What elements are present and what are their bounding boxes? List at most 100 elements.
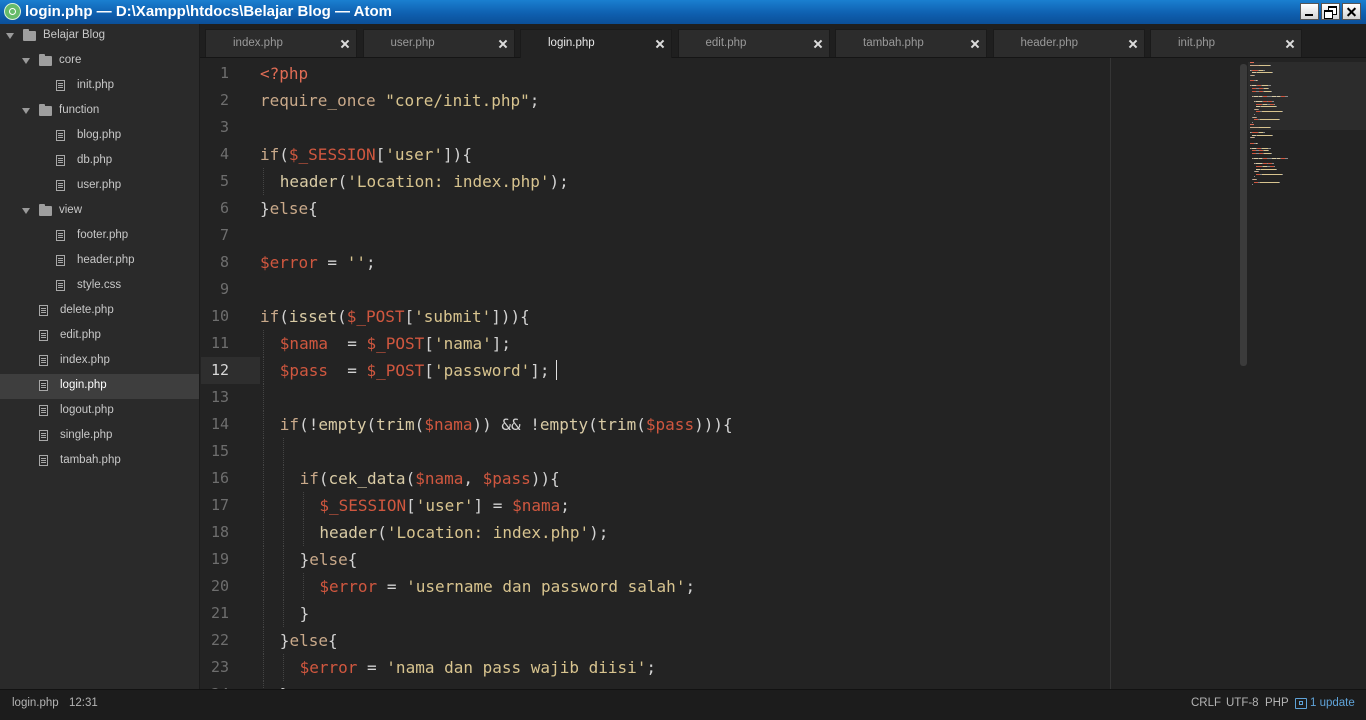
code-line[interactable]: $pass = $_POST['password'];	[260, 357, 1260, 384]
update-icon[interactable]	[1295, 698, 1307, 709]
code-line[interactable]: }else{	[260, 627, 1260, 654]
code-line[interactable]: $nama = $_POST['nama'];	[260, 330, 1260, 357]
code-token: [	[406, 496, 416, 515]
code-token: ''	[346, 253, 366, 272]
code-token: $_POST	[346, 307, 405, 326]
tree-folder-view[interactable]: view	[0, 199, 199, 224]
code-line[interactable]: }	[260, 681, 1260, 689]
tab-label: init.php	[1178, 37, 1216, 49]
code-token: 'nama dan pass wajib diisi'	[386, 658, 647, 677]
file-icon	[39, 330, 48, 341]
tree-file-init-php[interactable]: init.php	[0, 74, 199, 99]
chevron-down-icon[interactable]	[6, 33, 14, 39]
tree-file-single-php[interactable]: single.php	[0, 424, 199, 449]
minimap-line	[1276, 168, 1277, 170]
minimap-line	[1257, 80, 1258, 82]
code-line[interactable]: }else{	[260, 546, 1280, 573]
code-token: }	[299, 550, 310, 569]
minimap[interactable]	[1248, 62, 1342, 202]
tree-file-login-php[interactable]: login.php	[0, 374, 199, 399]
code-token: )) && !	[472, 415, 540, 434]
tree-file-delete-php[interactable]: delete.php	[0, 299, 199, 324]
tree-file-db-php[interactable]: db.php	[0, 149, 199, 174]
tree-item-label: style.css	[77, 279, 122, 291]
tree-folder-function[interactable]: function	[0, 99, 199, 124]
tree-folder-belajar-blog[interactable]: Belajar Blog	[0, 24, 199, 49]
tree-item-label: index.php	[60, 354, 110, 366]
tree-file-edit-php[interactable]: edit.php	[0, 324, 199, 349]
close-icon[interactable]	[970, 39, 980, 49]
tree-file-footer-php[interactable]: footer.php	[0, 224, 199, 249]
close-icon[interactable]	[1285, 39, 1295, 49]
code-line[interactable]: if(isset($_POST['submit'])){	[260, 303, 1240, 330]
tab-label: user.php	[390, 37, 435, 49]
close-icon[interactable]	[655, 39, 665, 49]
tab-index-php[interactable]: index.php	[205, 29, 357, 57]
code-line[interactable]: if(!empty(trim($nama)) && !empty(trim($p…	[260, 411, 1260, 438]
status-encoding[interactable]: UTF-8	[1226, 697, 1259, 709]
chevron-down-icon[interactable]	[22, 108, 30, 114]
code-line[interactable]: $error = 'nama dan pass wajib diisi';	[260, 654, 1280, 681]
line-number: 4	[219, 145, 229, 163]
tab-login-php[interactable]: login.php	[520, 29, 672, 58]
line-number: 8	[219, 253, 229, 271]
code-line[interactable]	[260, 438, 1280, 465]
code-line[interactable]	[260, 276, 1240, 303]
status-grammar[interactable]: PHP	[1265, 697, 1289, 709]
tree-folder-core[interactable]: core	[0, 49, 199, 74]
status-cursor-position[interactable]: 12:31	[69, 697, 98, 709]
code-line[interactable]	[260, 384, 1260, 411]
code-line[interactable]: if($_SESSION['user']){	[260, 141, 1240, 168]
tab-user-php[interactable]: user.php	[362, 29, 515, 57]
tree-file-blog-php[interactable]: blog.php	[0, 124, 199, 149]
tab-header-php[interactable]: header.php	[992, 29, 1145, 57]
code-line[interactable]: header('Location: index.php');	[260, 168, 1260, 195]
code-token: ))){	[694, 415, 733, 434]
minimap-line	[1274, 103, 1275, 105]
code-line[interactable]: $error = 'username dan password salah';	[260, 573, 1299, 600]
close-icon[interactable]	[340, 39, 350, 49]
vertical-scrollbar[interactable]	[1240, 64, 1247, 366]
line-number: 14	[210, 415, 229, 433]
status-update[interactable]: 1 update	[1310, 697, 1355, 709]
close-icon[interactable]	[813, 39, 823, 49]
close-icon[interactable]	[498, 39, 508, 49]
tree-file-user-php[interactable]: user.php	[0, 174, 199, 199]
tab-init-php[interactable]: init.php	[1150, 29, 1302, 57]
code-line[interactable]: $_SESSION['user'] = $nama;	[260, 492, 1299, 519]
code-token: ;	[529, 91, 540, 110]
code-token: $error	[319, 577, 378, 596]
folder-icon	[23, 29, 36, 41]
code-line[interactable]: if(cek_data($nama, $pass)){	[260, 465, 1280, 492]
tab-tambah-php[interactable]: tambah.php	[835, 29, 987, 57]
code-line[interactable]: }else{	[260, 195, 1240, 222]
close-icon[interactable]	[1128, 39, 1138, 49]
tree-file-logout-php[interactable]: logout.php	[0, 399, 199, 424]
code-line[interactable]: <?php	[260, 60, 1240, 87]
tab-edit-php[interactable]: edit.php	[677, 29, 830, 57]
code-line[interactable]: $error = '';	[260, 249, 1240, 276]
code-token: ;	[685, 577, 696, 596]
tree-file-style-css[interactable]: style.css	[0, 274, 199, 299]
tree-file-index-php[interactable]: index.php	[0, 349, 199, 374]
editor[interactable]: 123456789101112131415161718192021222324 …	[201, 58, 1366, 689]
code-token: (	[588, 415, 598, 434]
code-line[interactable]: require_once "core/init.php";	[260, 87, 1240, 114]
line-number: 12	[201, 357, 260, 384]
code-token: $pass	[482, 469, 531, 488]
chevron-down-icon[interactable]	[22, 58, 30, 64]
chevron-down-icon[interactable]	[22, 208, 30, 214]
code-line[interactable]	[260, 222, 1240, 249]
code-line[interactable]	[260, 114, 1240, 141]
code-line[interactable]: }	[260, 600, 1280, 627]
status-line-ending[interactable]: CRLF	[1191, 697, 1221, 709]
close-window-button[interactable]	[1342, 3, 1361, 20]
minimap-line	[1268, 85, 1271, 87]
maximize-button[interactable]	[1321, 3, 1340, 20]
minimize-button[interactable]	[1300, 3, 1319, 20]
code-line[interactable]: header('Location: index.php');	[260, 519, 1299, 546]
tree-file-header-php[interactable]: header.php	[0, 249, 199, 274]
tree-file-tambah-php[interactable]: tambah.php	[0, 449, 199, 474]
status-file-name[interactable]: login.php	[12, 697, 59, 709]
code-area[interactable]: <?php require_once "core/init.php"; if($_S…	[260, 58, 1240, 689]
